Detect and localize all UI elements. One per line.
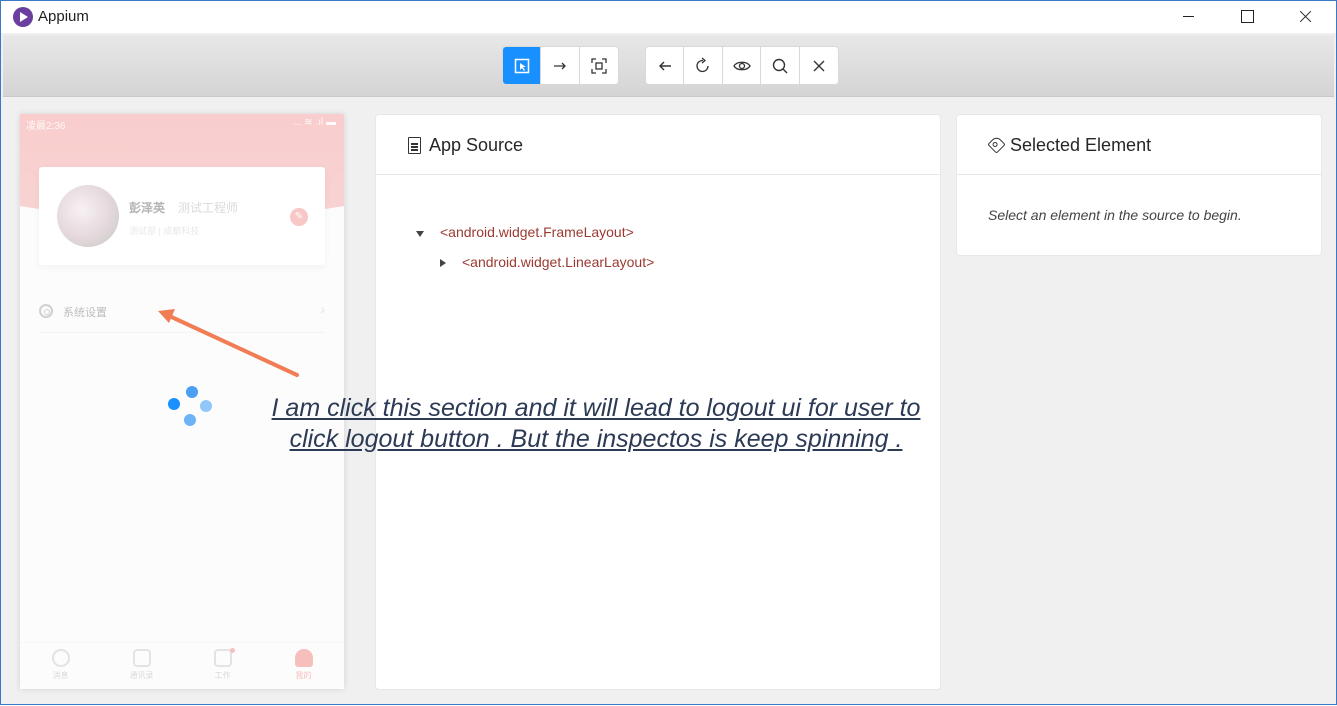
minimize-button[interactable] <box>1165 1 1211 33</box>
refresh-button[interactable] <box>684 47 723 84</box>
close-window-button[interactable] <box>1281 1 1327 33</box>
app-source-title: App Source <box>429 135 524 155</box>
maximize-button[interactable] <box>1223 1 1269 33</box>
annotation-line-2: click logout button . But the inspectos … <box>289 425 903 453</box>
arrow-left-icon <box>658 61 671 70</box>
title-bar: Appium <box>1 1 1336 33</box>
back-button[interactable] <box>646 47 685 84</box>
tag-icon <box>987 135 1006 154</box>
appium-logo-icon <box>13 7 33 27</box>
app-source-header: App Source <box>376 115 940 175</box>
selected-element-panel: Selected Element Select an element in th… <box>956 114 1322 256</box>
tap-coordinates-button[interactable] <box>580 47 618 84</box>
select-elements-button[interactable] <box>503 47 542 84</box>
selected-element-title: Selected Element <box>1010 135 1152 155</box>
interaction-mode-group <box>502 46 619 85</box>
inspector-toolbar <box>3 35 1334 97</box>
reload-icon <box>696 57 709 72</box>
tree-node-linearlayout[interactable]: <android.widget.LinearLayout> <box>462 254 654 270</box>
arrow-right-icon <box>554 62 566 69</box>
select-cursor-icon <box>514 58 529 73</box>
annotation-text: I am click this section and it will lead… <box>221 393 971 455</box>
toggle-recorder-button[interactable] <box>723 47 762 84</box>
search-icon <box>772 58 788 73</box>
selected-element-header: Selected Element <box>957 115 1321 175</box>
selected-element-message: Select an element in the source to begin… <box>988 207 1242 223</box>
annotation-line-1: I am click this section and it will lead… <box>271 394 921 422</box>
file-text-icon <box>408 137 421 154</box>
session-actions-group <box>645 46 839 85</box>
window-title: Appium <box>38 8 89 25</box>
eye-icon <box>732 61 751 70</box>
tree-node-framelayout[interactable]: <android.widget.FrameLayout> <box>440 224 634 240</box>
caret-right-icon[interactable] <box>440 259 446 267</box>
close-icon <box>813 60 825 71</box>
caret-down-icon[interactable] <box>416 231 424 237</box>
swipe-button[interactable] <box>541 47 580 84</box>
loading-spinner-icon <box>166 386 214 434</box>
appium-window: Appium 凌晨2:36 ... ≋ .ıl ▬ 彭泽英 测试工程师 测试部 … <box>0 0 1337 705</box>
frame-icon <box>591 57 607 74</box>
search-button[interactable] <box>761 47 800 84</box>
quit-session-button[interactable] <box>800 47 838 84</box>
